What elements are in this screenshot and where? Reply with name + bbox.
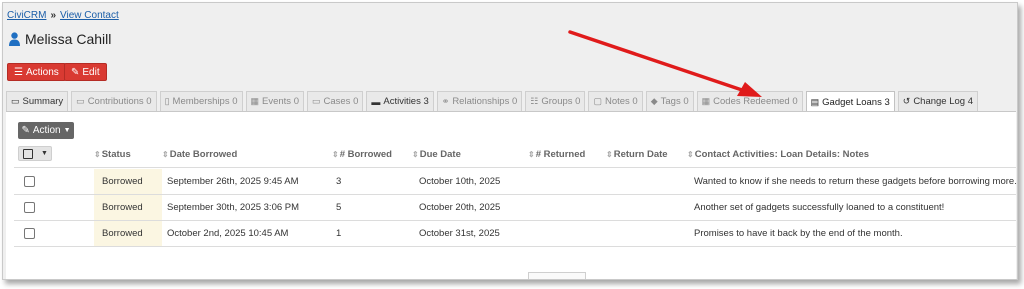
column-header-num-returned[interactable]: ⇕ # Returned <box>528 146 585 162</box>
table-row: Borrowed September 30th, 2025 3:06 PM 5 … <box>14 195 1016 221</box>
pencil-icon: ✎ <box>71 66 80 78</box>
header-divider <box>14 167 1016 168</box>
due-date-cell: October 10th, 2025 <box>419 176 501 187</box>
credit-card-icon: ▭ <box>76 96 85 106</box>
table-row: Borrowed October 2nd, 2025 10:45 AM 1 Oc… <box>14 221 1016 247</box>
tab-cases[interactable]: ▭ Cases 0 <box>306 91 364 111</box>
id-badge-icon: ▯ <box>164 96 170 106</box>
bars-icon: ☰ <box>14 66 23 78</box>
gadget-loans-panel: ✎ Action ▼ ▼ ⇕ Status ⇕ Date Borrowed ⇕ # Bor… <box>6 111 1017 279</box>
history-icon: ↺ <box>902 96 911 106</box>
sort-icon: ⇕ <box>606 149 613 159</box>
status-cell: Borrowed <box>94 169 162 194</box>
notes-cell: Wanted to know if she needs to return th… <box>694 176 1017 187</box>
caret-down-icon: ▼ <box>63 127 71 134</box>
select-all-checkbox-dropdown[interactable]: ▼ <box>18 146 52 161</box>
tab-codes-redeemed[interactable]: ▦ Codes Redeemed 0 <box>696 91 803 111</box>
breadcrumb-view-contact-link[interactable]: View Contact <box>60 10 119 21</box>
due-date-cell: October 20th, 2025 <box>419 202 501 213</box>
actions-button-label: Actions <box>25 66 59 78</box>
sort-icon: ⇕ <box>162 149 169 159</box>
tasks-icon: ▬ <box>371 96 381 107</box>
num-borrowed-cell: 5 <box>336 202 342 213</box>
num-borrowed-cell: 1 <box>336 228 342 239</box>
edit-button-label: Edit <box>82 66 100 78</box>
notes-cell: Promises to have it back by the end of t… <box>694 228 903 239</box>
breadcrumb: CiviCRM » View Contact <box>7 10 119 21</box>
num-borrowed-cell: 3 <box>336 176 342 187</box>
select-all-checkbox[interactable] <box>23 148 33 159</box>
note-icon: ▢ <box>593 96 602 106</box>
row-checkbox[interactable] <box>24 228 35 239</box>
column-header-notes[interactable]: ⇕ Contact Activities: Loan Details: Notes <box>687 146 869 162</box>
date-borrowed-cell: September 26th, 2025 9:45 AM <box>167 176 299 187</box>
column-header-date-borrowed[interactable]: ⇕ Date Borrowed <box>162 146 237 162</box>
handshake-icon: ⚭ <box>441 96 450 106</box>
actions-button[interactable]: ☰ Actions <box>7 63 66 81</box>
breadcrumb-separator-icon: » <box>50 10 57 21</box>
sort-icon: ⇕ <box>528 149 535 159</box>
tab-contributions[interactable]: ▭ Contributions 0 <box>71 91 157 111</box>
date-borrowed-cell: October 2nd, 2025 10:45 AM <box>167 228 289 239</box>
sort-icon: ⇕ <box>94 149 101 159</box>
status-cell: Borrowed <box>94 195 162 220</box>
action-button-label: Action <box>32 125 61 136</box>
calendar-icon: ▦ <box>250 96 260 106</box>
tab-events[interactable]: ▦ Events 0 <box>245 91 304 111</box>
pencil-icon: ✎ <box>21 125 30 136</box>
tab-notes[interactable]: ▢ Notes 0 <box>588 91 643 111</box>
column-header-num-borrowed[interactable]: ⇕ # Borrowed <box>332 146 392 162</box>
tab-groups[interactable]: ☷ Groups 0 <box>525 91 586 111</box>
sort-icon: ⇕ <box>332 149 339 159</box>
tab-change-log[interactable]: ↺ Change Log 4 <box>897 91 979 111</box>
folder-icon: ▭ <box>311 96 321 106</box>
column-header-return-date[interactable]: ⇕ Return Date <box>606 146 668 162</box>
due-date-cell: October 31st, 2025 <box>419 228 500 239</box>
date-borrowed-cell: September 30th, 2025 3:06 PM <box>167 202 300 213</box>
tab-gadget-loans[interactable]: ▤ Gadget Loans 3 <box>805 91 895 113</box>
users-icon: ☷ <box>530 96 539 106</box>
row-checkbox[interactable] <box>24 176 35 187</box>
row-checkbox[interactable] <box>24 202 35 213</box>
table-row: Borrowed September 26th, 2025 9:45 AM 3 … <box>14 169 1017 195</box>
page-title: Melissa Cahill <box>9 31 111 47</box>
edit-button[interactable]: ✎ Edit <box>64 63 107 81</box>
list-icon: ▤ <box>810 97 820 107</box>
contact-name: Melissa Cahill <box>25 31 112 47</box>
person-icon <box>9 32 20 46</box>
notes-cell: Another set of gadgets successfully loan… <box>694 202 945 213</box>
grid-icon: ▦ <box>701 96 711 106</box>
sort-icon: ⇕ <box>687 149 694 159</box>
id-card-icon: ▭ <box>11 96 20 106</box>
tab-summary[interactable]: ▭ Summary <box>6 91 69 111</box>
tab-relationships[interactable]: ⚭ Relationships 0 <box>436 91 523 111</box>
status-cell: Borrowed <box>94 221 162 246</box>
sort-icon: ⇕ <box>412 149 419 159</box>
pagination[interactable] <box>528 272 586 279</box>
tab-tags[interactable]: ◆ Tags 0 <box>645 91 694 111</box>
action-dropdown-button[interactable]: ✎ Action ▼ <box>18 122 74 139</box>
column-header-due-date[interactable]: ⇕ Due Date <box>412 146 461 162</box>
tab-memberships[interactable]: ▯ Memberships 0 <box>159 91 243 111</box>
breadcrumb-home-link[interactable]: CiviCRM <box>7 10 46 21</box>
civicrm-window: CiviCRM» View Contact Melissa Cahill ☰ Act… <box>2 2 1018 280</box>
column-header-status[interactable]: ⇕ Status <box>94 146 131 162</box>
caret-down-icon: ▼ <box>41 150 48 157</box>
tags-icon: ◆ <box>650 96 658 106</box>
contact-tabs: ▭ Summary ▭ Contributions 0 ▯ Memberships 0… <box>6 91 981 113</box>
tab-activities[interactable]: ▬ Activities 3 <box>366 91 434 111</box>
